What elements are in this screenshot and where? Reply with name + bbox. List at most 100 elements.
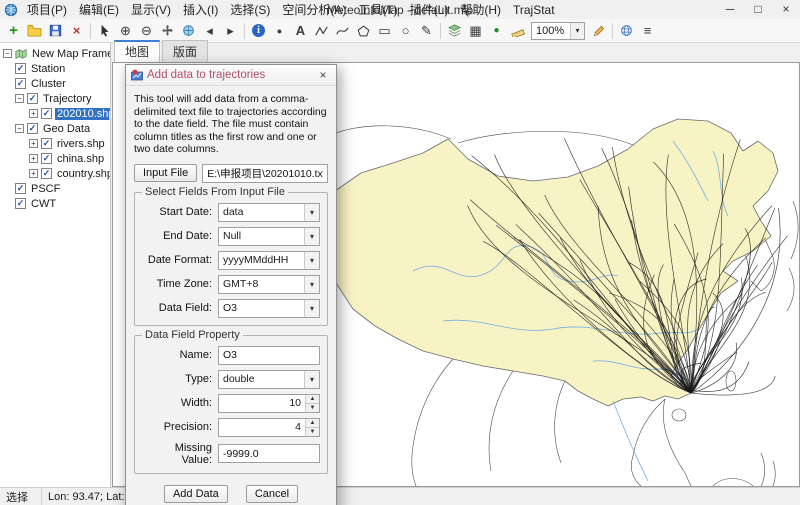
tree-node-pscf[interactable]: ✓ PSCF [0,181,110,196]
layer-checkbox[interactable]: ✓ [41,108,52,119]
expand-toggle-icon[interactable]: + [29,169,38,178]
tree-label-station[interactable]: Station [29,63,67,75]
projection-icon[interactable] [616,21,637,41]
tree-label-cluster[interactable]: Cluster [29,78,68,90]
dialog-close-icon[interactable]: × [310,65,336,85]
spinner-up-icon[interactable]: ▲ [306,395,319,404]
tree-label-china[interactable]: china.shp [55,153,106,165]
zoom-out-icon[interactable]: ⊖ [136,21,157,41]
new-polyline-icon[interactable] [311,21,332,41]
new-circle-icon[interactable]: ○ [395,21,416,41]
layer-checkbox[interactable]: ✓ [41,153,52,164]
input-file-button[interactable]: Input File [134,164,197,182]
tree-node-map-frame[interactable]: − New Map Frame [0,46,110,61]
add-layer-icon[interactable]: + [3,21,24,41]
menu-view[interactable]: 显示(V) [125,0,177,19]
tree-label-cwt[interactable]: CWT [29,198,58,210]
remove-layer-icon[interactable]: × [66,21,87,41]
tab-map[interactable]: 地图 [114,40,160,62]
new-freehand-icon[interactable]: ✎ [416,21,437,41]
zoom-previous-icon[interactable]: ◂ [199,21,220,41]
chevron-down-icon[interactable]: ▾ [304,371,319,388]
tree-label-pscf[interactable]: PSCF [29,183,62,195]
expand-toggle-icon[interactable]: + [29,109,38,118]
menu-project[interactable]: 项目(P) [21,0,73,19]
tree-node-geodata[interactable]: − ✓ Geo Data [0,121,110,136]
input-file-field[interactable] [202,164,328,183]
select-cursor-icon[interactable] [94,21,115,41]
layer-checkbox[interactable]: ✓ [27,93,38,104]
expand-toggle-icon[interactable]: + [29,139,38,148]
zoom-level-combo[interactable]: 100% ▾ [531,22,585,40]
date-format-combo[interactable]: yyyyMMddHH ▾ [218,251,320,270]
attribute-table-icon[interactable]: ▦ [465,21,486,41]
tree-label-country[interactable]: country.shp [55,168,111,180]
zoom-next-icon[interactable]: ▸ [220,21,241,41]
collapse-toggle-icon[interactable]: − [15,94,24,103]
expand-toggle-icon[interactable]: + [29,154,38,163]
new-point-icon[interactable]: ● [269,21,290,41]
chevron-down-icon[interactable]: ▾ [304,300,319,317]
name-field[interactable] [218,346,320,365]
new-curve-icon[interactable] [332,21,353,41]
close-button[interactable]: × [772,0,800,19]
start-date-combo[interactable]: data ▾ [218,203,320,222]
menu-tools[interactable]: 工具(T) [352,0,403,19]
menu-trajstat[interactable]: TrajStat [507,2,561,18]
type-combo[interactable]: double ▾ [218,370,320,389]
tree-node-cwt[interactable]: ✓ CWT [0,196,110,211]
layer-checkbox[interactable]: ✓ [15,78,26,89]
menu-selection[interactable]: 选择(S) [224,0,276,19]
tree-label-traj-layer[interactable]: 202010.shp [55,108,111,120]
tree-node-cluster[interactable]: ✓ Cluster [0,76,110,91]
tree-node-china[interactable]: + ✓ china.shp [0,151,110,166]
tree-label-geodata[interactable]: Geo Data [41,123,92,135]
zoom-in-icon[interactable]: ⊕ [115,21,136,41]
tab-layout[interactable]: 版面 [162,40,208,62]
missing-value-field[interactable] [218,444,320,463]
end-date-combo[interactable]: Null ▾ [218,227,320,246]
new-rectangle-icon[interactable]: ▭ [374,21,395,41]
tree-label-rivers[interactable]: rivers.shp [55,138,107,150]
open-file-icon[interactable] [24,21,45,41]
layer-checkbox[interactable]: ✓ [27,123,38,134]
add-data-button[interactable]: Add Data [164,485,228,503]
save-icon[interactable] [45,21,66,41]
tree-node-rivers[interactable]: + ✓ rivers.shp [0,136,110,151]
run-icon[interactable]: ● [486,21,507,41]
edit-pencil-icon[interactable] [588,21,609,41]
measure-icon[interactable] [507,21,528,41]
layer-checkbox[interactable]: ✓ [15,183,26,194]
menu-help[interactable]: 帮助(H) [454,0,507,19]
chevron-down-icon[interactable]: ▾ [304,228,319,245]
layer-checkbox[interactable]: ✓ [41,138,52,149]
zoom-combo-arrow-icon[interactable]: ▾ [570,23,584,39]
precision-spinner[interactable]: 4 ▲ ▼ [218,418,320,437]
tree-label-trajectory[interactable]: Trajectory [41,93,94,105]
pan-icon[interactable] [157,21,178,41]
full-extent-icon[interactable] [178,21,199,41]
menu-plugins[interactable]: 插件(L) [404,0,455,19]
chevron-down-icon[interactable]: ▾ [304,276,319,293]
layers-icon[interactable] [444,21,465,41]
collapse-toggle-icon[interactable]: − [3,49,12,58]
layer-checkbox[interactable]: ✓ [15,63,26,74]
time-zone-combo[interactable]: GMT+8 ▾ [218,275,320,294]
settings-icon[interactable]: ≡ [637,21,658,41]
spinner-down-icon[interactable]: ▼ [306,404,319,412]
menu-insert[interactable]: 插入(I) [177,0,224,19]
collapse-toggle-icon[interactable]: − [15,124,24,133]
minimize-button[interactable]: ─ [716,0,744,19]
tree-node-country[interactable]: + ✓ country.shp [0,166,110,181]
new-polygon-icon[interactable] [353,21,374,41]
new-label-icon[interactable]: A [290,21,311,41]
menu-spatial-analysis[interactable]: 空间分析(A) [276,0,352,19]
tree-node-trajectory[interactable]: − ✓ Trajectory [0,91,110,106]
tree-node-station[interactable]: ✓ Station [0,61,110,76]
identify-icon[interactable]: i [248,21,269,41]
chevron-down-icon[interactable]: ▾ [304,204,319,221]
width-spinner[interactable]: 10 ▲ ▼ [218,394,320,413]
data-field-combo[interactable]: O3 ▾ [218,299,320,318]
layer-checkbox[interactable]: ✓ [15,198,26,209]
layer-checkbox[interactable]: ✓ [41,168,52,179]
